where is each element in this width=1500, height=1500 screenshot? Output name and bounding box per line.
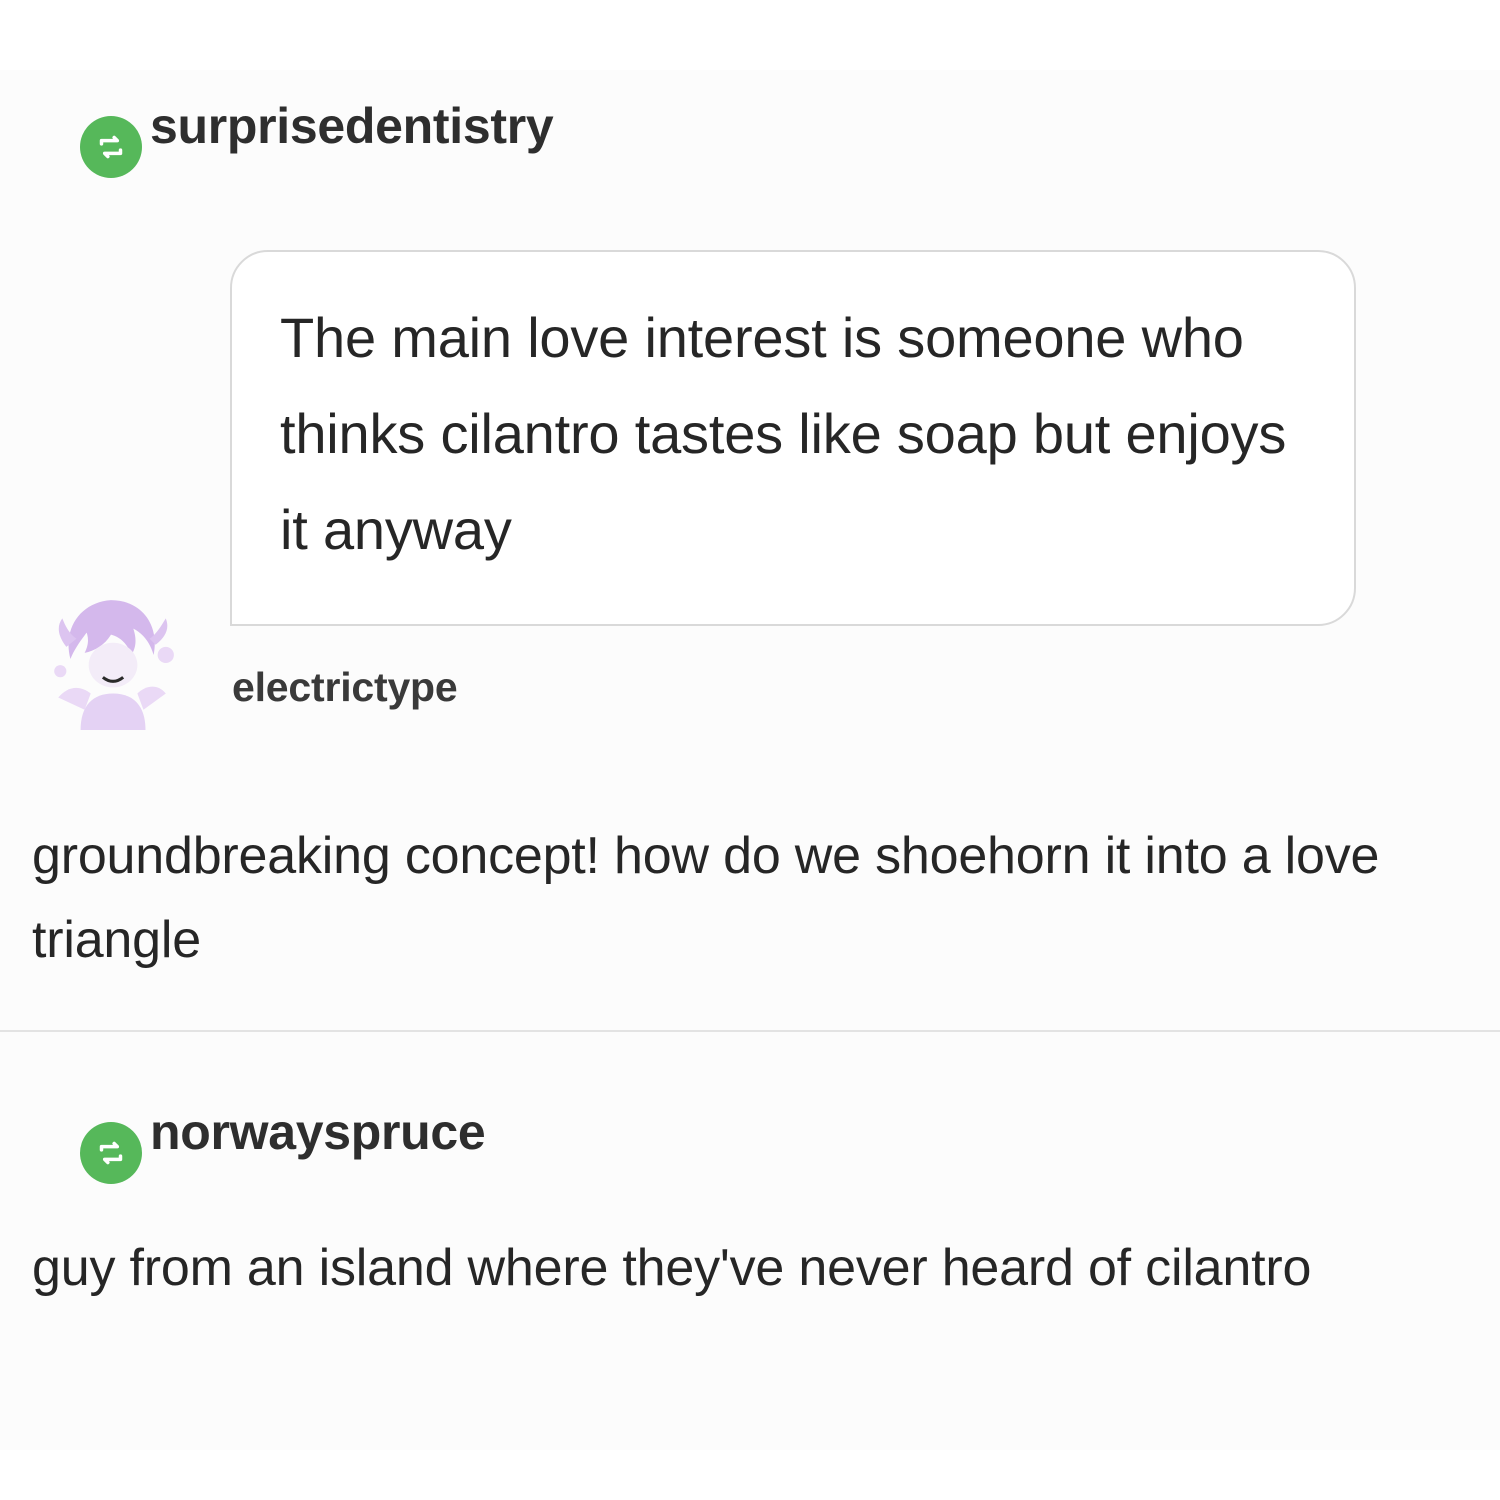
- reblogger-username-link[interactable]: norwayspruce: [150, 1102, 486, 1162]
- ask-bubble: The main love interest is someone who th…: [230, 250, 1356, 626]
- asker-avatar[interactable]: [40, 588, 182, 730]
- reblog-icon: [80, 1122, 142, 1184]
- post-divider: [0, 1030, 1500, 1032]
- reblog-header-2: norwayspruce: [80, 1102, 486, 1184]
- reply-text-2: guy from an island where they've never h…: [32, 1239, 1312, 1297]
- reblogger-username-link[interactable]: surprisedentistry: [150, 96, 554, 156]
- tumblr-post-screenshot: surprisedentistry The main love interest…: [0, 0, 1500, 1500]
- asker-username-link[interactable]: electrictype: [232, 662, 458, 712]
- reply-text-1: groundbreaking concept! how do we shoeho…: [32, 827, 1380, 969]
- post-card: surprisedentistry The main love interest…: [0, 70, 1500, 1450]
- reblog-header-1: surprisedentistry: [80, 96, 554, 178]
- ask-question-text: The main love interest is someone who th…: [280, 306, 1287, 561]
- anime-avatar-icon: [40, 588, 182, 730]
- reblog-icon: [80, 116, 142, 178]
